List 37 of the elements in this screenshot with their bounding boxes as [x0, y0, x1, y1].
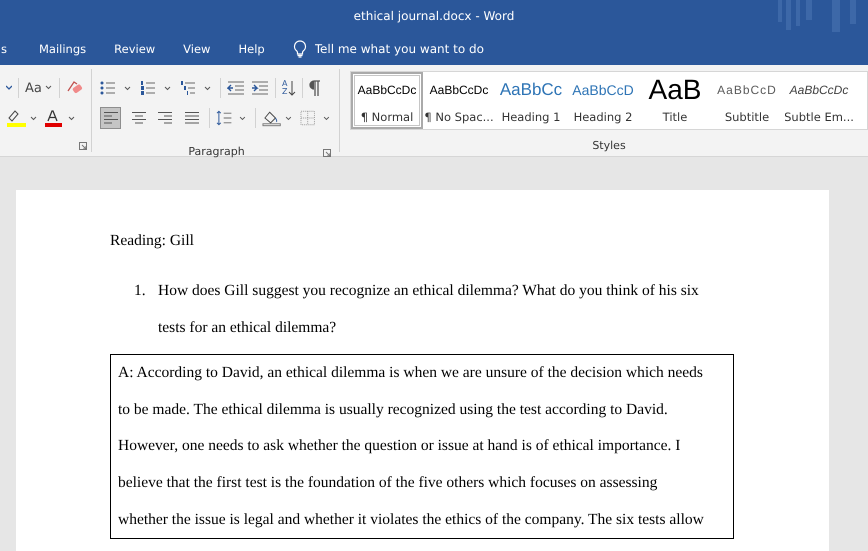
- ribbon-tab[interactable]: Review: [104, 38, 166, 60]
- group-label: Styles: [592, 139, 626, 152]
- answer-text: believe that the first test is the foundation of the five others which focuses on assessing: [118, 472, 658, 493]
- caret-icon: [44, 85, 53, 91]
- group-label: Paragraph: [188, 145, 245, 158]
- down-arrow-icon: [288, 80, 296, 96]
- answer-text: However, one needs to ask whether the question or issue at hand is of ethical importance. I: [118, 436, 682, 456]
- question-text: How does Gill suggest you recognize an ethical dilemma? What do you think of his six: [158, 281, 699, 301]
- ribbon-tab[interactable]: Mailings: [29, 38, 96, 60]
- window-title: ethical journal.docx - Word: [354, 9, 514, 23]
- align-center-icon: [130, 111, 146, 125]
- font-color-icon[interactable]: [44, 109, 76, 127]
- ribbon-tab[interactable]: Help: [228, 38, 275, 60]
- align-justify-icon: [184, 111, 200, 125]
- decrease-indent-icon[interactable]: [227, 81, 245, 95]
- align-left-icon: [102, 111, 119, 125]
- dialog-launcher-icon[interactable]: [79, 142, 87, 150]
- paragraph-text: Reading: Gill: [110, 231, 195, 251]
- question-text: tests for an ethical dilemma?: [158, 318, 338, 338]
- caret-icon[interactable]: [6, 85, 12, 91]
- answer-text: whether the issue is legal and whether it violates the ethics of the company. The six tests allow: [118, 510, 705, 530]
- answer-text: A: According to David, an ethical dilemma is when we are unsure of the decision which needs: [118, 363, 704, 384]
- dialog-launcher-icon[interactable]: [323, 149, 331, 157]
- align-button[interactable]: [100, 107, 122, 129]
- style-option[interactable]: AaBbCcDc ¶ Normal: [351, 72, 423, 129]
- list-number: 1.: [134, 281, 147, 301]
- pilcrow-icon[interactable]: [309, 80, 322, 96]
- ribbon-tab[interactable]: View: [173, 38, 220, 60]
- change-case-button[interactable]: Aa: [25, 80, 53, 96]
- ribbon-tab[interactable]: s: [0, 38, 17, 60]
- answer-text: to be made. The ethical dilemma is usually recognized using the test according to David.: [118, 400, 669, 420]
- sort-button[interactable]: A Z: [282, 80, 296, 96]
- tell-me-search[interactable]: Tell me what you want to do: [292, 40, 515, 58]
- highlighter-icon[interactable]: [6, 109, 38, 127]
- increase-indent-icon[interactable]: [251, 81, 269, 95]
- align-right-icon: [157, 111, 174, 125]
- lightbulb-icon: [292, 40, 307, 58]
